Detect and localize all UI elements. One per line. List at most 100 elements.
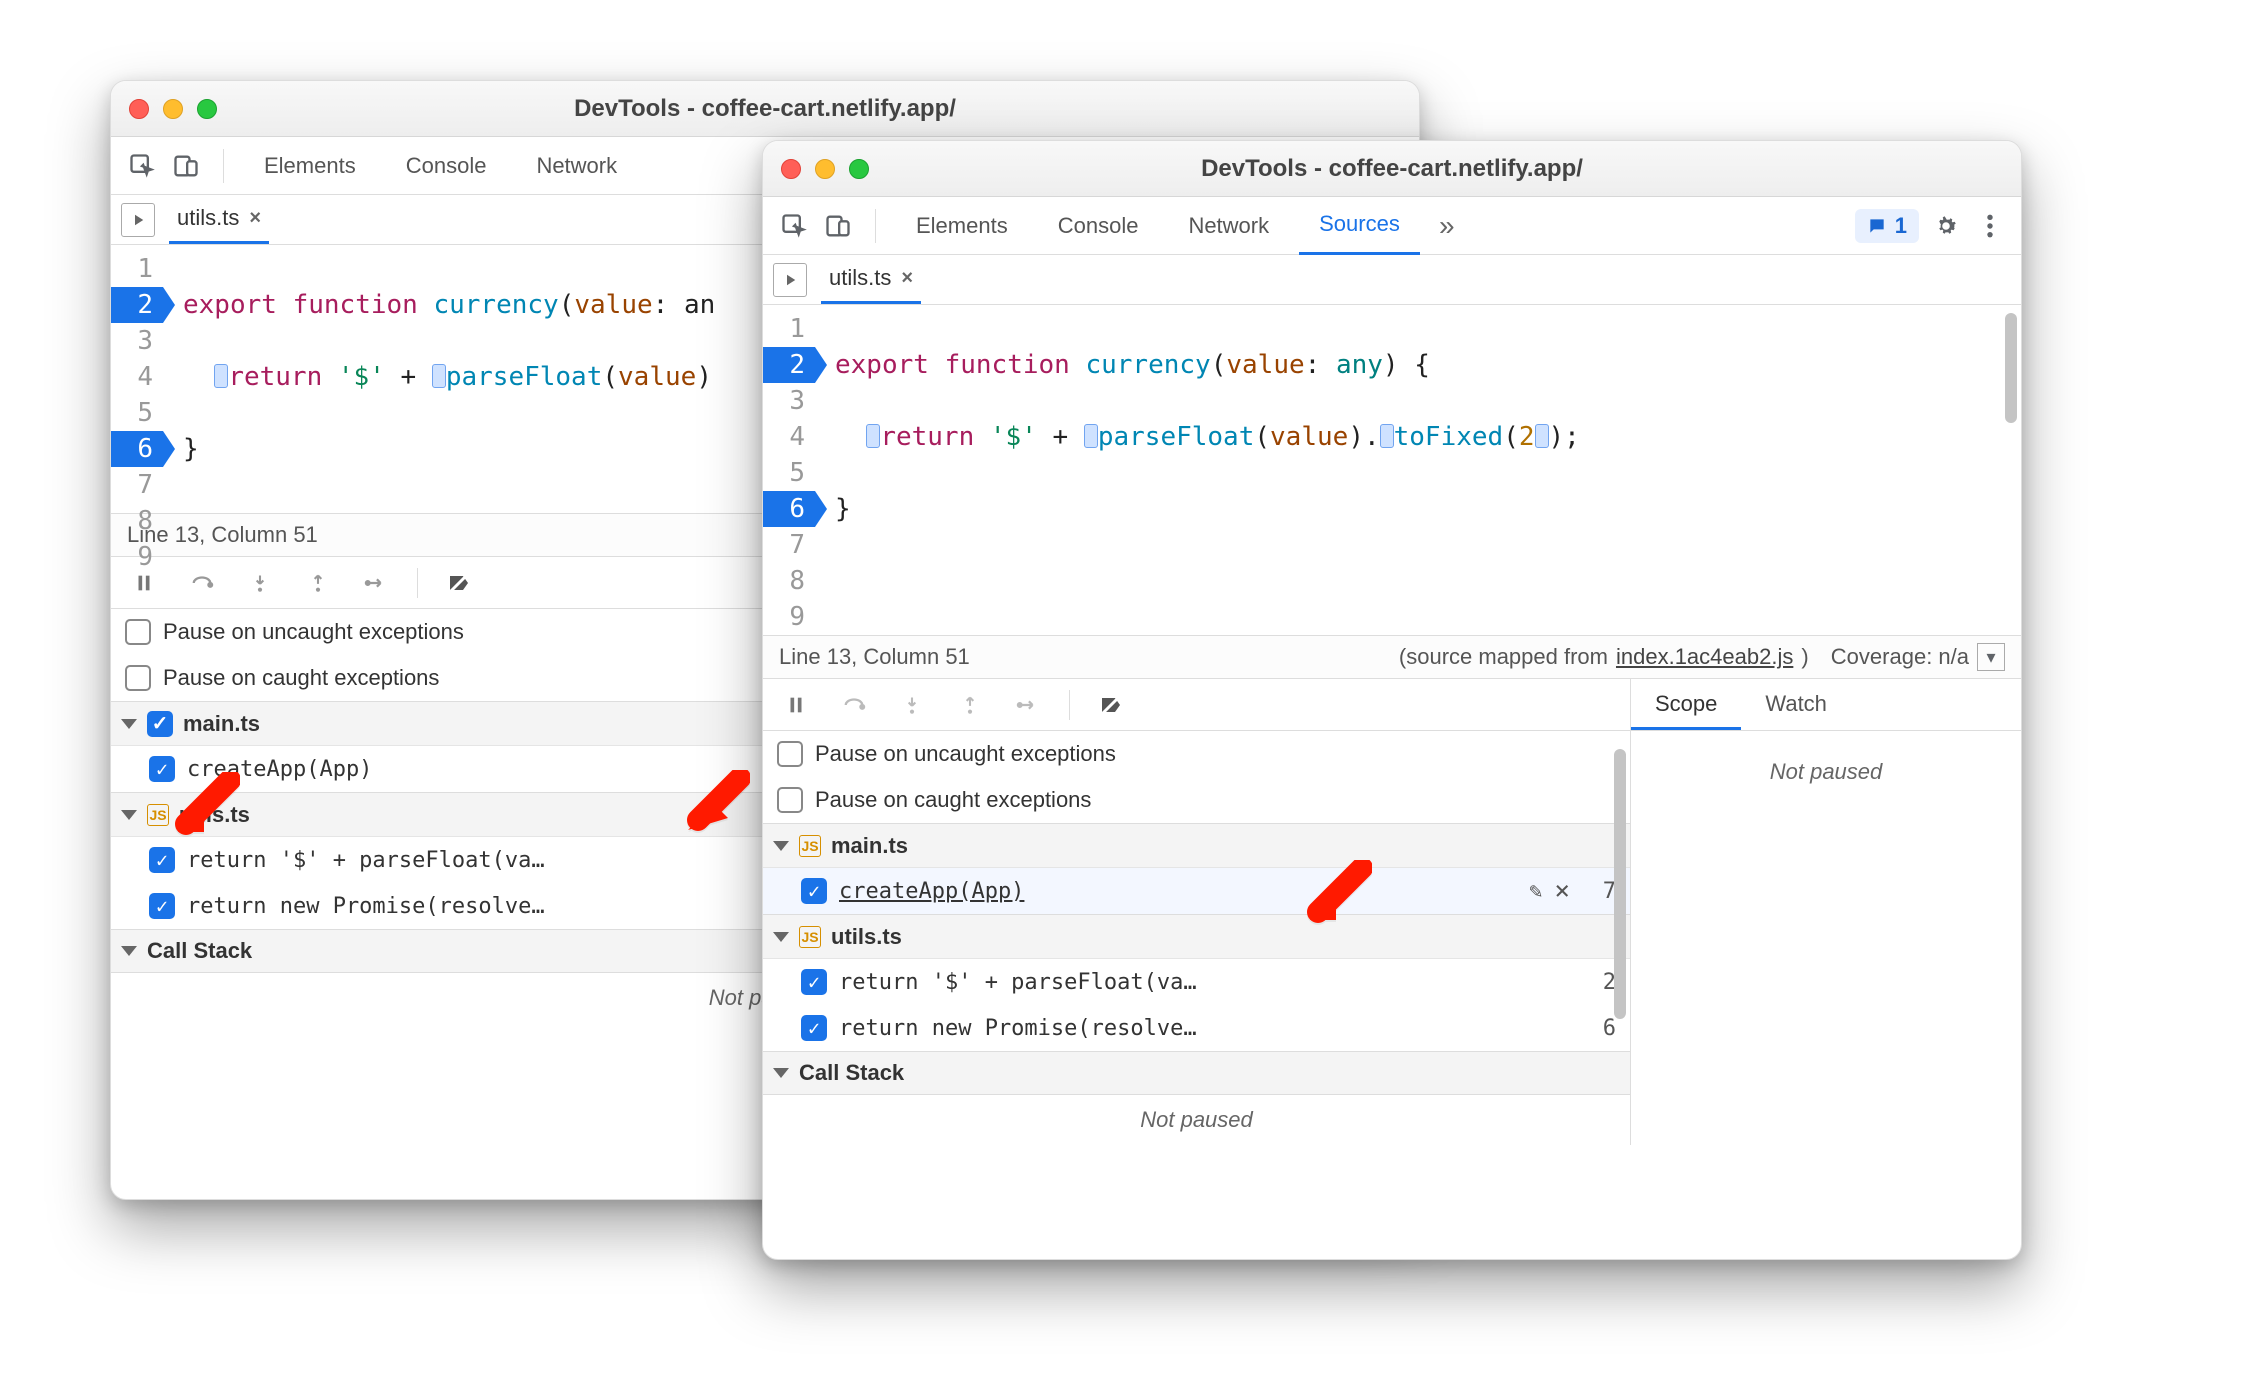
- annotation-arrow-icon: [680, 770, 750, 856]
- inspect-icon[interactable]: [125, 149, 159, 183]
- pause-uncaught-label: Pause on uncaught exceptions: [815, 741, 1116, 767]
- file-tab-utils[interactable]: utils.ts ×: [821, 255, 921, 304]
- main-toolbar: Elements Console Network Sources » 1: [763, 197, 2021, 255]
- bp-file-label: main.ts: [831, 833, 908, 859]
- breakpoint-group-main[interactable]: JS main.ts: [763, 824, 1630, 868]
- coverage-toggle-icon[interactable]: ▾: [1977, 643, 2005, 671]
- step-into-icon[interactable]: [895, 688, 929, 722]
- checkbox-checked-icon[interactable]: [147, 711, 173, 737]
- not-paused-label: Not paused: [1631, 731, 2021, 797]
- close-icon[interactable]: ×: [901, 267, 913, 290]
- chevron-down-icon: [121, 719, 137, 729]
- breakpoint-item[interactable]: return '$' + parseFloat(va… 2: [763, 959, 1630, 1005]
- sidebar-pane: Scope Watch Not paused: [1631, 679, 2021, 1145]
- step-out-icon[interactable]: [953, 688, 987, 722]
- window-title: DevTools - coffee-cart.netlify.app/: [111, 95, 1419, 123]
- deactivate-breakpoints-icon[interactable]: [442, 566, 476, 600]
- line-gutter: 123456789: [111, 245, 163, 513]
- sidebar-tabs: Scope Watch: [1631, 679, 2021, 731]
- checkbox-checked-icon[interactable]: [801, 1015, 827, 1041]
- device-toggle-icon[interactable]: [821, 209, 855, 243]
- step-into-icon[interactable]: [243, 566, 277, 600]
- annotation-arrow-icon: [170, 772, 240, 858]
- tab-elements[interactable]: Elements: [896, 198, 1028, 254]
- titlebar: DevTools - coffee-cart.netlify.app/: [111, 81, 1419, 137]
- titlebar: DevTools - coffee-cart.netlify.app/: [763, 141, 2021, 197]
- pause-uncaught-row[interactable]: Pause on uncaught exceptions: [763, 731, 1630, 777]
- file-tab-label: utils.ts: [829, 265, 891, 291]
- tab-network[interactable]: Network: [1168, 198, 1289, 254]
- tab-sources[interactable]: Sources: [1299, 196, 1420, 255]
- pause-caught-label: Pause on caught exceptions: [163, 665, 439, 691]
- chevron-down-icon: [773, 1068, 789, 1078]
- breakpoint-group-utils[interactable]: JS utils.ts: [763, 915, 1630, 959]
- call-stack-header[interactable]: Call Stack: [763, 1051, 1630, 1095]
- chevron-down-icon: [773, 841, 789, 851]
- breakpoint-item[interactable]: createApp(App) ✎ × 7: [763, 868, 1630, 914]
- bp-line-number: 2: [1582, 970, 1616, 995]
- call-stack-label: Call Stack: [799, 1060, 904, 1086]
- tab-elements[interactable]: Elements: [244, 138, 376, 194]
- mapped-file-link[interactable]: index.1ac4eab2.js: [1616, 644, 1793, 670]
- edit-icon[interactable]: ✎: [1529, 879, 1542, 904]
- pause-icon[interactable]: [779, 688, 813, 722]
- pause-caught-row[interactable]: Pause on caught exceptions: [763, 777, 1630, 823]
- chevron-down-icon: [121, 810, 137, 820]
- bp-code-label: return new Promise(resolve…: [839, 1016, 1570, 1041]
- deactivate-breakpoints-icon[interactable]: [1094, 688, 1128, 722]
- js-file-icon: JS: [147, 804, 169, 826]
- annotation-arrow-icon: [1302, 860, 1372, 946]
- snippets-icon[interactable]: [121, 203, 155, 237]
- issues-chip[interactable]: 1: [1855, 209, 1919, 243]
- debugger-pane: Pause on uncaught exceptions Pause on ca…: [763, 679, 2021, 1145]
- pause-caught-label: Pause on caught exceptions: [815, 787, 1091, 813]
- coverage-label: Coverage: n/a: [1831, 644, 1969, 670]
- snippets-icon[interactable]: [773, 263, 807, 297]
- bp-line-number: 7: [1582, 879, 1616, 904]
- editor-tabbar: utils.ts ×: [763, 255, 2021, 305]
- mapped-prefix: (source mapped from: [1399, 644, 1608, 670]
- bp-line-number: 6: [1582, 1016, 1616, 1041]
- step-out-icon[interactable]: [301, 566, 335, 600]
- checkbox-checked-icon[interactable]: [801, 878, 827, 904]
- tab-console[interactable]: Console: [1038, 198, 1159, 254]
- js-file-icon: JS: [799, 835, 821, 857]
- checkbox-icon[interactable]: [777, 741, 803, 767]
- close-icon[interactable]: ×: [249, 207, 261, 230]
- pause-uncaught-label: Pause on uncaught exceptions: [163, 619, 464, 645]
- tab-watch[interactable]: Watch: [1741, 679, 1851, 730]
- kebab-menu-icon[interactable]: [1973, 209, 2007, 243]
- bp-code-label[interactable]: createApp(App): [839, 879, 1517, 904]
- code-editor[interactable]: 123456789 export function currency(value…: [763, 305, 2021, 635]
- step-icon[interactable]: [359, 566, 393, 600]
- editor-status: Line 13, Column 51 (source mapped from i…: [763, 635, 2021, 679]
- scrollbar-thumb[interactable]: [1614, 749, 1626, 1019]
- tab-console[interactable]: Console: [386, 138, 507, 194]
- issues-count: 1: [1895, 213, 1907, 239]
- step-over-icon[interactable]: [185, 566, 219, 600]
- checkbox-icon[interactable]: [125, 619, 151, 645]
- window-title: DevTools - coffee-cart.netlify.app/: [763, 155, 2021, 183]
- bp-file-label: main.ts: [183, 711, 260, 737]
- checkbox-checked-icon[interactable]: [149, 893, 175, 919]
- remove-icon[interactable]: ×: [1554, 878, 1570, 904]
- bp-code-label: return '$' + parseFloat(va…: [839, 970, 1570, 995]
- tab-scope[interactable]: Scope: [1631, 679, 1741, 730]
- device-toggle-icon[interactable]: [169, 149, 203, 183]
- cursor-position: Line 13, Column 51: [779, 644, 970, 670]
- checkbox-icon[interactable]: [125, 665, 151, 691]
- step-icon[interactable]: [1011, 688, 1045, 722]
- scrollbar-thumb[interactable]: [2005, 313, 2017, 423]
- inspect-icon[interactable]: [777, 209, 811, 243]
- file-tab-utils[interactable]: utils.ts ×: [169, 195, 269, 244]
- more-tabs-icon[interactable]: »: [1430, 209, 1464, 243]
- step-over-icon[interactable]: [837, 688, 871, 722]
- call-stack-label: Call Stack: [147, 938, 252, 964]
- line-gutter: 123456789: [763, 305, 815, 635]
- breakpoint-item[interactable]: return new Promise(resolve… 6: [763, 1005, 1630, 1051]
- checkbox-icon[interactable]: [777, 787, 803, 813]
- gear-icon[interactable]: [1929, 209, 1963, 243]
- chevron-down-icon: [773, 932, 789, 942]
- tab-network[interactable]: Network: [516, 138, 637, 194]
- checkbox-checked-icon[interactable]: [801, 969, 827, 995]
